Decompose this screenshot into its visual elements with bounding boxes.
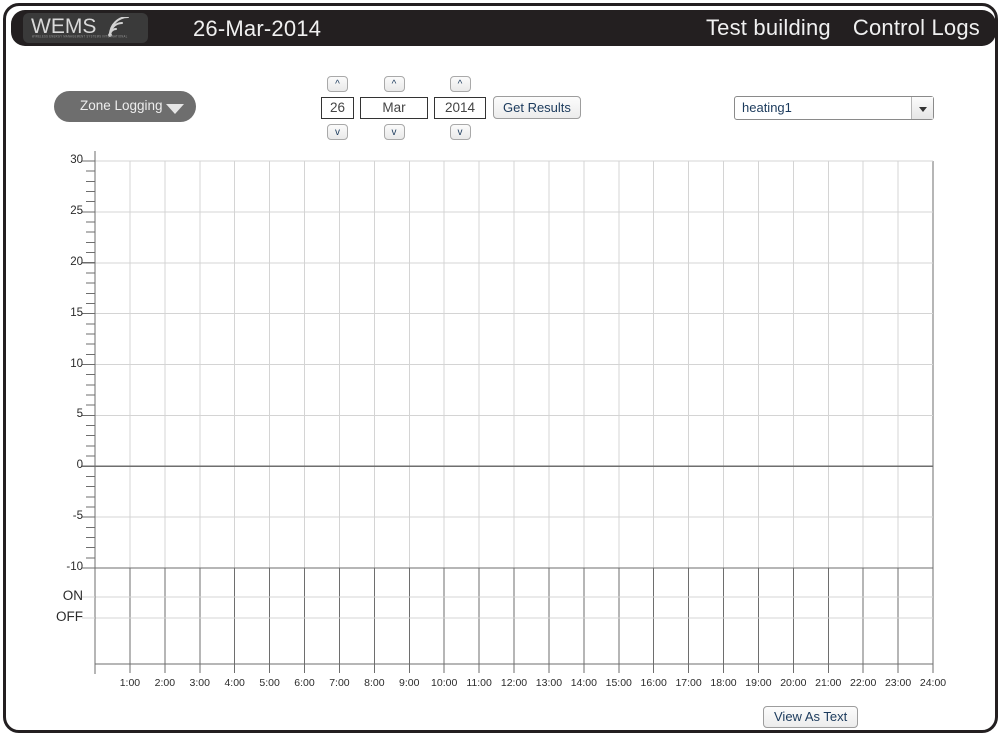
control-log-chart bbox=[82, 151, 934, 674]
view-as-text-button[interactable]: View As Text bbox=[763, 706, 859, 728]
application-window: WEMS WIRELESS ENERGY MANAGEMENT SYSTEMS … bbox=[3, 3, 998, 733]
